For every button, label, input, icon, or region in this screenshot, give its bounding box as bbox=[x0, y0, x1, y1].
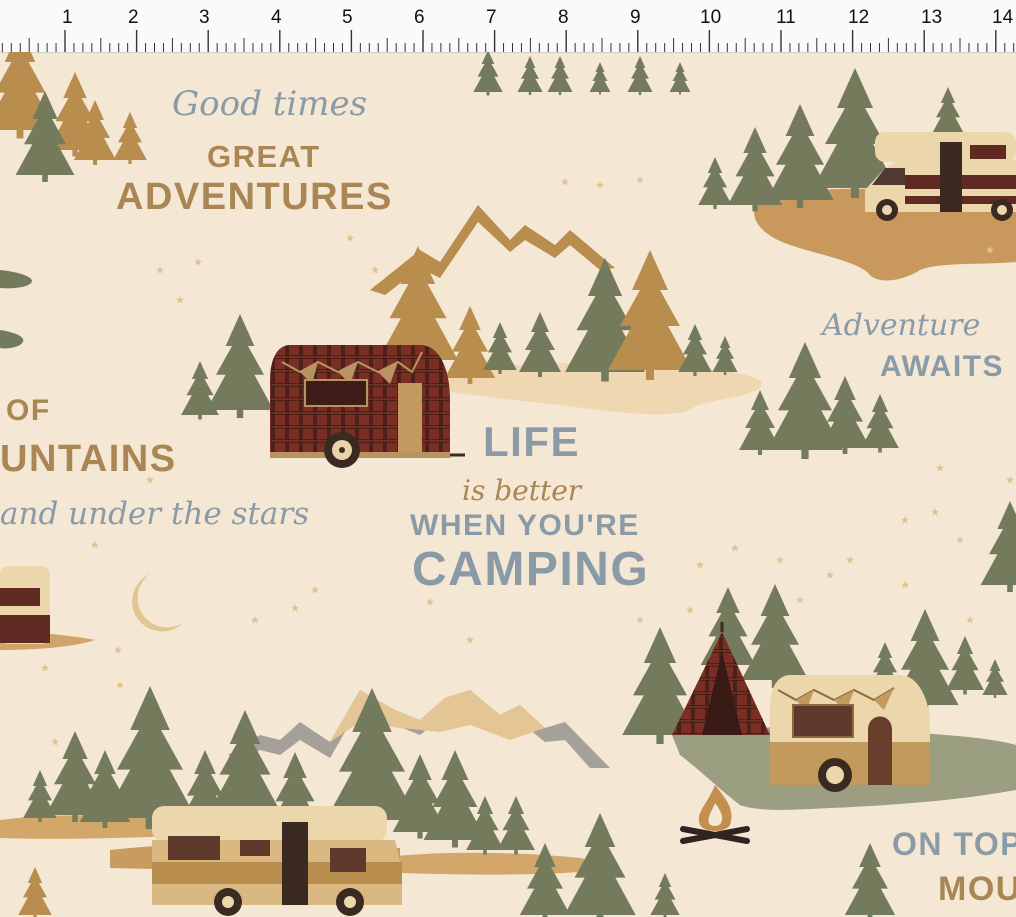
mou-text: MOU bbox=[938, 870, 1016, 908]
ruler-mark-4: 4 bbox=[271, 7, 282, 28]
crescent-moon-icon bbox=[132, 574, 184, 632]
ruler-mark-9: 9 bbox=[630, 7, 641, 28]
life-text: LIFE bbox=[483, 418, 580, 465]
ruler-mark-5: 5 bbox=[342, 7, 353, 28]
ruler-mark-2: 2 bbox=[128, 7, 139, 28]
motorhome-bottom bbox=[152, 806, 402, 916]
of-text: OF bbox=[6, 394, 51, 427]
under-the-stars-text: and under the stars bbox=[0, 496, 310, 532]
ruler-mark-3: 3 bbox=[199, 7, 210, 28]
when-youre-text: WHEN YOU'RE bbox=[410, 509, 640, 542]
untains-text: UNTAINS bbox=[0, 438, 177, 480]
great-text: GREAT bbox=[207, 139, 321, 174]
adventures-text: ADVENTURES bbox=[116, 176, 393, 218]
partial-camper-left bbox=[0, 566, 50, 644]
cream-teardrop-camper bbox=[770, 675, 930, 792]
camping-text: CAMPING bbox=[412, 543, 650, 596]
ruler-mark-10: 10 bbox=[700, 7, 722, 28]
plaid-teardrop-camper bbox=[270, 345, 465, 468]
ruler-mark-6: 6 bbox=[414, 7, 425, 28]
ruler-mark-8: 8 bbox=[558, 7, 569, 28]
adventure-script-text: Adventure bbox=[822, 308, 981, 343]
motorhome-top-right bbox=[865, 132, 1016, 221]
ruler-mark-7: 7 bbox=[486, 7, 497, 28]
measuring-ruler: 1 2 3 4 5 6 7 8 9 10 11 12 13 14 bbox=[0, 0, 1016, 53]
ruler-mark-12: 12 bbox=[848, 7, 870, 28]
ruler-mark-13: 13 bbox=[921, 7, 943, 28]
good-times-text: Good times bbox=[172, 84, 368, 124]
ruler-mark-14: 14 bbox=[992, 7, 1014, 28]
ruler-mark-1: 1 bbox=[62, 7, 73, 28]
awaits-text: AWAITS bbox=[880, 350, 1005, 383]
ruler-mark-11: 11 bbox=[776, 7, 796, 28]
is-better-text: is better bbox=[462, 474, 582, 507]
on-top-text: ON TOP bbox=[892, 826, 1016, 862]
